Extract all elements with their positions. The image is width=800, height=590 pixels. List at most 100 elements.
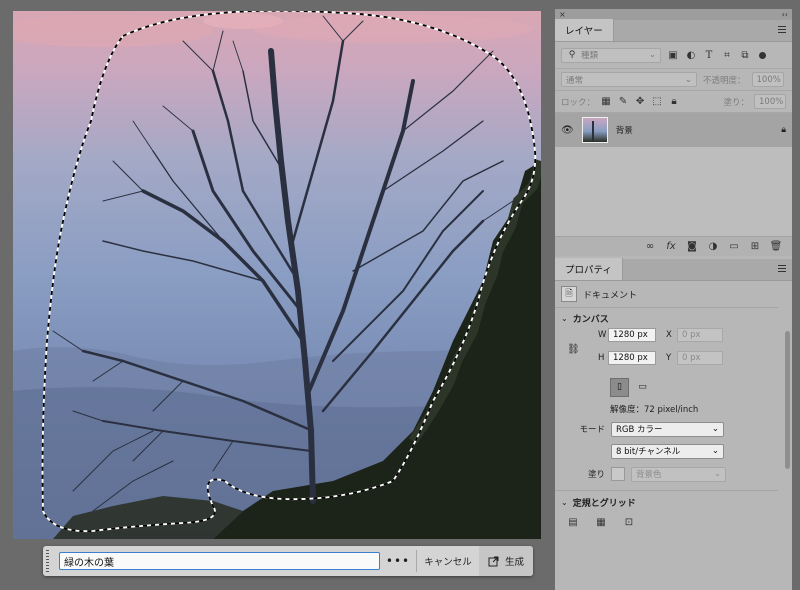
rulers-grid-title: 定規とグリッド — [572, 498, 636, 509]
drag-handle-icon[interactable] — [46, 550, 49, 572]
type-filter-icon[interactable]: T — [703, 49, 715, 61]
lock-image-brush-icon[interactable]: ✎ — [617, 96, 629, 108]
chevron-down-icon: ⌄ — [711, 446, 719, 456]
adjustment-layer-icon[interactable]: ◑ — [707, 241, 719, 253]
bit-depth-row: 8 bit/チャンネル ⌄ — [555, 440, 792, 462]
portrait-orientation-icon[interactable]: ▯ — [610, 377, 629, 397]
properties-body: 🗎︎ ドキュメント ⌄ カンバス ⛓︎ W 1280 px X 0 px H 1… — [555, 281, 792, 561]
fill-label: 塗り： — [723, 97, 749, 108]
panel-menu-icon[interactable] — [778, 265, 786, 273]
document-header: 🗎︎ ドキュメント — [555, 281, 792, 307]
rulers-grid-section-header[interactable]: ⌄ 定規とグリッド — [555, 491, 792, 513]
eye-visibility-icon[interactable]: 👁︎ — [561, 125, 574, 136]
ruler-icon[interactable]: ▤ — [567, 516, 579, 528]
y-field[interactable]: 0 px — [677, 351, 723, 365]
link-layers-icon[interactable]: ∞ — [644, 241, 656, 253]
opacity-field[interactable]: 100% — [751, 72, 784, 87]
tab-layers[interactable]: レイヤー — [555, 19, 614, 41]
image-filter-icon[interactable]: ▣ — [667, 49, 679, 61]
chevron-down-icon: ⌄ — [561, 497, 568, 507]
guides-icon[interactable]: ⊡ — [623, 516, 635, 528]
chevron-down-icon: ⌄ — [561, 313, 568, 323]
cancel-button[interactable]: キャンセル — [417, 554, 479, 568]
fx-icon[interactable]: fx — [665, 241, 677, 253]
layers-footer: ∞ fx ◙ ◑ ▭ ⊞ 🗑︎ — [555, 236, 792, 256]
layer-thumbnail — [581, 117, 608, 143]
blend-mode-value: 通常 — [566, 75, 584, 86]
panel-dock: × ‹‹ レイヤー ⚲ 種類 ⌄ ▣ ◐ T ⌗ ⧉ 通常 ⌄ 不透明度： 10… — [555, 9, 792, 590]
opacity-value: 100% — [756, 74, 781, 85]
search-icon: ⚲ — [568, 50, 576, 60]
new-group-folder-icon[interactable]: ▭ — [728, 241, 740, 253]
document-label: ドキュメント — [583, 290, 638, 301]
lock-transparent-icon[interactable]: ▦ — [600, 96, 612, 108]
canvas-section-title: カンバス — [572, 314, 609, 325]
layer-filter-select[interactable]: ⚲ 種類 ⌄ — [561, 47, 661, 63]
lock-label: ロック： — [561, 97, 596, 108]
orientation-row: ▯ ▭ — [555, 374, 792, 400]
filter-toggle-icon[interactable] — [759, 51, 766, 59]
y-label: Y — [666, 353, 672, 363]
lock-position-move-icon[interactable]: ✥ — [634, 96, 646, 108]
landscape-orientation-icon[interactable]: ▭ — [633, 378, 652, 397]
chevron-down-icon: ⌄ — [684, 74, 692, 85]
document-icon: 🗎︎ — [561, 286, 577, 302]
lock-all-icon[interactable]: 🔒︎ — [668, 96, 680, 108]
layer-lock-icon[interactable]: 🔒︎ — [781, 125, 786, 135]
fill-field[interactable]: 100% — [754, 94, 786, 109]
link-dimensions-icon[interactable]: ⛓︎ — [567, 344, 580, 355]
bit-depth-value: 8 bit/チャンネル — [616, 447, 681, 457]
canvas-section-header[interactable]: ⌄ カンバス — [555, 308, 792, 328]
layer-name: 背景 — [615, 126, 633, 136]
chevron-down-icon: ⌄ — [648, 50, 656, 60]
blend-mode-select[interactable]: 通常 ⌄ — [561, 72, 697, 87]
panel-menu-icon[interactable] — [778, 26, 786, 34]
trash-icon[interactable]: 🗑︎ — [770, 241, 783, 253]
x-label: X — [666, 330, 672, 340]
layers-tab-row: レイヤー — [555, 19, 792, 42]
new-layer-icon[interactable]: ⊞ — [749, 241, 761, 253]
color-mode-value: RGB カラー — [616, 425, 663, 435]
layer-row-background[interactable]: 👁︎ 背景 🔒︎ — [555, 113, 792, 147]
fill-dropdown[interactable]: 背景色 ⌄ — [631, 466, 726, 482]
layer-filter-row: ⚲ 種類 ⌄ ▣ ◐ T ⌗ ⧉ — [555, 42, 792, 68]
tab-properties[interactable]: プロパティ — [555, 258, 623, 280]
canvas-size-grid: ⛓︎ W 1280 px X 0 px H 1280 px Y 0 px — [555, 328, 792, 374]
close-panel-icon[interactable]: × — [559, 10, 566, 19]
contextual-task-bar: ••• キャンセル 生成 — [43, 546, 533, 576]
generate-button[interactable]: 生成 — [479, 546, 533, 576]
generate-label: 生成 — [504, 557, 524, 568]
opacity-label: 不透明度： — [703, 75, 746, 86]
rulers-grid-icons: ▤ ▦ ⊡ — [555, 513, 792, 531]
width-field[interactable]: 1280 px — [608, 328, 656, 342]
properties-scrollbar[interactable] — [785, 331, 790, 469]
mode-row: モード RGB カラー ⌄ — [555, 418, 792, 440]
filter-kind-label: 種類 — [581, 51, 599, 61]
color-mode-dropdown[interactable]: RGB カラー ⌄ — [611, 421, 724, 437]
document-canvas[interactable] — [13, 11, 541, 539]
height-field[interactable]: 1280 px — [608, 351, 656, 365]
add-mask-icon[interactable]: ◙ — [686, 241, 698, 253]
bit-depth-dropdown[interactable]: 8 bit/チャンネル ⌄ — [611, 443, 724, 459]
chevron-down-icon: ⌄ — [713, 469, 721, 479]
fill-row: 塗り 背景色 ⌄ — [555, 462, 792, 486]
properties-tab-row: プロパティ — [555, 258, 792, 281]
chevron-down-icon: ⌄ — [711, 424, 719, 434]
blend-row: 通常 ⌄ 不透明度： 100% — [555, 68, 792, 90]
mode-label: モード — [579, 425, 605, 435]
smart-object-filter-icon[interactable]: ⧉ — [739, 49, 751, 61]
lock-artboard-icon[interactable]: ⬚ — [651, 96, 663, 108]
lock-row: ロック： ▦ ✎ ✥ ⬚ 🔒︎ 塗り： 100% — [555, 90, 792, 112]
shape-filter-icon[interactable]: ⌗ — [721, 49, 733, 61]
resolution-text: 解像度：72 pixel/inch — [610, 405, 699, 415]
layer-list: 👁︎ 背景 🔒︎ — [555, 112, 792, 236]
more-options-button[interactable]: ••• — [380, 554, 416, 568]
fill-label: 塗り — [587, 470, 605, 480]
x-field[interactable]: 0 px — [677, 328, 723, 342]
collapse-panel-icon[interactable]: ‹‹ — [782, 10, 788, 19]
grid-icon[interactable]: ▦ — [595, 516, 607, 528]
generative-prompt-input[interactable] — [59, 552, 380, 570]
adjustment-filter-icon[interactable]: ◐ — [685, 49, 697, 61]
fill-value: 100% — [759, 96, 784, 107]
fill-color-swatch[interactable] — [611, 467, 625, 481]
